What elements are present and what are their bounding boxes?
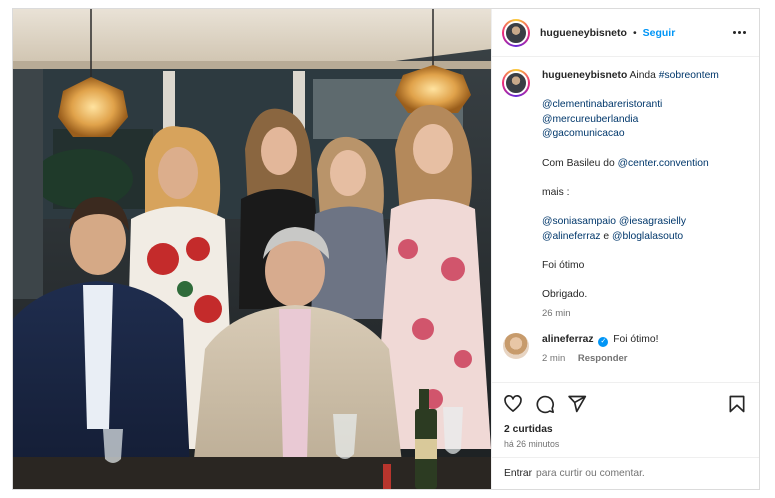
caption-time[interactable]: 26 min: [542, 307, 719, 322]
comment-item: alineferraz ✓ Foi ótimo! 2 min Responder: [502, 333, 747, 366]
verified-badge-icon: ✓: [598, 337, 609, 348]
more-options-icon[interactable]: [731, 25, 747, 41]
caption-text-prefix: Ainda: [629, 70, 656, 81]
posted-time[interactable]: há 26 minutos: [492, 435, 759, 457]
heart-icon[interactable]: [503, 394, 523, 414]
comment-icon[interactable]: [535, 394, 555, 414]
reply-button[interactable]: Responder: [578, 353, 628, 364]
caption-body: hugueneybisneto Ainda #sobreontem @cleme…: [542, 69, 719, 321]
login-rest-text: para curtir ou comentar.: [536, 468, 645, 479]
photo-illustration: [13, 9, 491, 489]
post-photo[interactable]: [13, 9, 491, 489]
caption-mention[interactable]: @mercureuberlandia: [542, 113, 719, 128]
comment-author-avatar[interactable]: [503, 333, 529, 360]
comment-time[interactable]: 2 min: [542, 353, 565, 364]
comment-text: Foi ótimo!: [613, 334, 659, 346]
caption-mention[interactable]: @center.convention: [618, 158, 709, 169]
caption-mais: mais :: [542, 186, 570, 198]
caption-mention[interactable]: @soniasampaio: [542, 216, 616, 227]
bookmark-icon[interactable]: [727, 394, 747, 414]
post-modal: hugueneybisneto • Seguir hugueneybisneto…: [12, 8, 760, 490]
comment-author[interactable]: alineferraz: [542, 334, 594, 345]
caption-obrigado: Obrigado.: [542, 288, 588, 300]
share-icon[interactable]: [567, 394, 587, 414]
login-to-comment: Entrar para curtir ou comentar.: [492, 457, 759, 489]
author-username[interactable]: hugueneybisneto: [540, 27, 627, 39]
separator-dot: •: [632, 26, 637, 39]
action-bar: [492, 382, 759, 424]
likes-count[interactable]: 2 curtidas: [492, 424, 759, 435]
caption-mention[interactable]: @gacomunicacao: [542, 127, 719, 142]
caption-hashtag[interactable]: #sobreontem: [659, 70, 719, 81]
author-avatar[interactable]: [502, 18, 530, 47]
follow-button[interactable]: Seguir: [643, 27, 676, 39]
caption-mention[interactable]: @bloglalasouto: [612, 231, 683, 242]
comment-body: alineferraz ✓ Foi ótimo! 2 min Responder: [542, 333, 658, 366]
caption-author-avatar[interactable]: [502, 69, 530, 97]
caption-and: e: [603, 230, 610, 242]
post-caption: hugueneybisneto Ainda #sobreontem @cleme…: [502, 69, 747, 321]
post-sidebar: hugueneybisneto • Seguir hugueneybisneto…: [491, 9, 759, 489]
caption-mention[interactable]: @clementinabareristoranti: [542, 98, 719, 113]
caption-author[interactable]: hugueneybisneto: [542, 70, 627, 81]
caption-basileu-text: Com Basileu do: [542, 157, 615, 169]
post-header: hugueneybisneto • Seguir: [492, 9, 759, 57]
login-link[interactable]: Entrar: [504, 468, 532, 479]
caption-mention[interactable]: @alineferraz: [542, 231, 601, 242]
caption-foi-otimo: Foi ótimo: [542, 259, 585, 271]
comments-section: hugueneybisneto Ainda #sobreontem @cleme…: [492, 57, 759, 382]
caption-mention[interactable]: @iesagrasielly: [619, 216, 686, 227]
